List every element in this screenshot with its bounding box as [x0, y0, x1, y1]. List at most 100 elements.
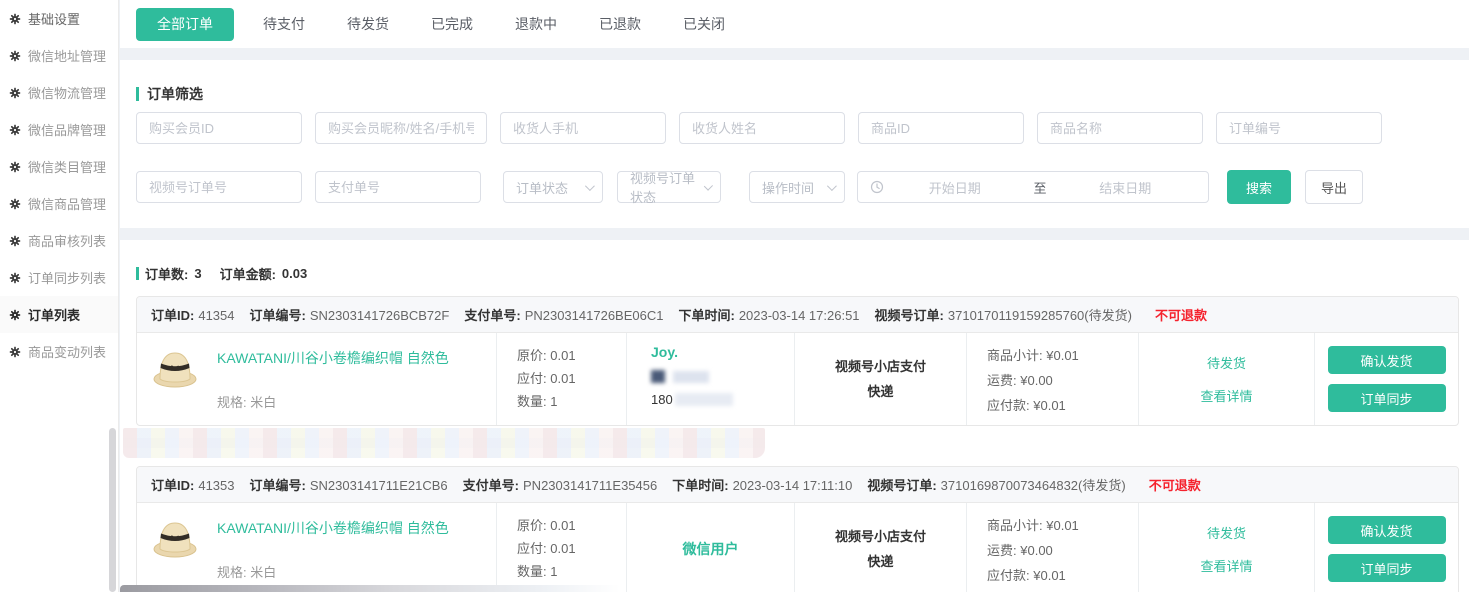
sidebar-item-wechat-logistics[interactable]: 微信物流管理 [0, 74, 118, 111]
sidebar-item-label: 微信商品管理 [28, 194, 106, 213]
order-header: 订单ID:41353 订单编号:SN2303141711E21CB6 支付单号:… [137, 467, 1458, 503]
sidebar-item-label: 基础设置 [28, 9, 80, 28]
order-card: 订单ID:41354 订单编号:SN2303141726BCB72F 支付单号:… [136, 296, 1459, 426]
sidebar-item-label: 微信地址管理 [28, 46, 106, 65]
orders-amount-label: 订单金额: [220, 264, 276, 283]
tab-all-orders[interactable]: 全部订单 [136, 8, 234, 41]
order-status-tabbar: 全部订单 待支付 待发货 已完成 退款中 已退款 已关闭 [120, 0, 1469, 48]
sidebar-item-product-review-list[interactable]: 商品审核列表 [0, 222, 118, 259]
tab-pending-payment[interactable]: 待支付 [242, 14, 326, 34]
view-detail-link[interactable]: 查看详情 [1200, 556, 1252, 575]
order-body: KAWATANI/川谷小卷檐编织帽 自然色 规格: 米白 原价: 0.01 应付… [137, 333, 1458, 425]
product-name-input[interactable] [1037, 112, 1203, 144]
section-accent-bar [136, 267, 139, 280]
order-sync-button[interactable]: 订单同步 [1328, 554, 1446, 582]
sidebar-item-label: 商品审核列表 [28, 231, 106, 250]
order-card: 订单ID:41353 订单编号:SN2303141711E21CB6 支付单号:… [136, 466, 1459, 592]
price-cell: 原价: 0.01 应付: 0.01 数量: 1 [497, 503, 627, 592]
gear-icon [9, 161, 21, 173]
product-spec: 规格: 米白 [217, 392, 449, 411]
tab-closed[interactable]: 已关闭 [662, 14, 746, 34]
order-sn: 订单编号:SN2303141726BCB72F [250, 305, 450, 324]
customer-phone: 180 [651, 392, 794, 407]
buyer-nickname-input[interactable] [315, 112, 487, 144]
sidebar-item-label: 订单列表 [28, 305, 80, 324]
payment-sn: 支付单号:PN2303141711E35456 [463, 475, 658, 494]
sidebar-item-label: 商品变动列表 [28, 342, 106, 361]
tab-refunding[interactable]: 退款中 [494, 14, 578, 34]
tab-pending-shipment[interactable]: 待发货 [326, 14, 410, 34]
orders-summary: 订单数: 3 订单金额: 0.03 [120, 240, 1469, 283]
censored-address-mosaic-partial [120, 585, 620, 592]
product-spec: 规格: 米白 [217, 562, 449, 581]
sidebar-item-wechat-product[interactable]: 微信商品管理 [0, 185, 118, 222]
receiver-phone-input[interactable] [500, 112, 666, 144]
order-sn: 订单编号:SN2303141711E21CB6 [250, 475, 448, 494]
order-status-text: 待发货 [1207, 523, 1246, 542]
non-refundable-badge: 不可退款 [1155, 305, 1207, 324]
order-sn-input[interactable] [1216, 112, 1382, 144]
sidebar-item-order-list[interactable]: 订单列表 [0, 296, 118, 333]
buyer-member-id-input[interactable] [136, 112, 302, 144]
payment-cell: 视频号小店支付 快递 [795, 503, 967, 592]
censored-block [673, 371, 709, 383]
product-thumbnail-hat [151, 516, 199, 585]
chevron-down-icon [704, 181, 713, 190]
order-body: KAWATANI/川谷小卷檐编织帽 自然色 规格: 米白 原价: 0.01 应付… [137, 503, 1458, 592]
product-name-link[interactable]: KAWATANI/川谷小卷檐编织帽 自然色 [217, 518, 449, 538]
operation-time-select-value: 操作时间 [762, 178, 814, 197]
gear-icon [9, 235, 21, 247]
payment-no-input[interactable] [315, 171, 481, 203]
date-range-separator: 至 [1026, 178, 1055, 197]
section-accent-bar [136, 87, 139, 101]
chevron-down-icon [585, 181, 595, 191]
order-status-select[interactable]: 订单状态 [503, 171, 603, 203]
channels-order-no: 视频号订单:3710170119159285760(待发货) [875, 305, 1132, 324]
gear-icon [9, 87, 21, 99]
product-cell: KAWATANI/川谷小卷檐编织帽 自然色 规格: 米白 [137, 503, 497, 592]
channels-order-status-select[interactable]: 视频号订单状态 [617, 171, 721, 203]
sidebar-item-product-change-list[interactable]: 商品变动列表 [0, 333, 118, 370]
sidebar-item-wechat-brand[interactable]: 微信品牌管理 [0, 111, 118, 148]
operation-time-select[interactable]: 操作时间 [749, 171, 845, 203]
sidebar-scrollbar[interactable] [109, 428, 116, 592]
channels-order-no-input[interactable] [136, 171, 302, 203]
sidebar-item-label: 微信类目管理 [28, 157, 106, 176]
gear-icon [9, 346, 21, 358]
customer-cell: 微信用户 [627, 503, 795, 592]
product-info: KAWATANI/川谷小卷檐编织帽 自然色 规格: 米白 [217, 346, 449, 415]
orders-amount-value: 0.03 [282, 266, 307, 281]
sidebar-item-label: 微信品牌管理 [28, 120, 106, 139]
gear-icon [9, 13, 21, 25]
export-button[interactable]: 导出 [1305, 170, 1363, 204]
payment-method: 视频号小店支付 [835, 524, 926, 549]
sidebar-item-basic-settings[interactable]: 基础设置 [0, 0, 118, 37]
view-detail-link[interactable]: 查看详情 [1200, 386, 1252, 405]
gear-icon [9, 50, 21, 62]
receiver-name-input[interactable] [679, 112, 845, 144]
sidebar-item-label: 微信物流管理 [28, 83, 106, 102]
filter-section-title: 订单筛选 [120, 60, 1469, 104]
order-sync-button[interactable]: 订单同步 [1328, 384, 1446, 412]
confirm-ship-button[interactable]: 确认发货 [1328, 346, 1446, 374]
search-button[interactable]: 搜索 [1227, 170, 1291, 204]
payment-sn: 支付单号:PN2303141726BE06C1 [464, 305, 663, 324]
censored-block [651, 370, 665, 383]
order-time: 下单时间:2023-03-14 17:11:10 [672, 475, 852, 494]
sidebar-item-order-sync-list[interactable]: 订单同步列表 [0, 259, 118, 296]
sidebar-item-wechat-address[interactable]: 微信地址管理 [0, 37, 118, 74]
order-time: 下单时间:2023-03-14 17:26:51 [678, 305, 859, 324]
payment-method: 视频号小店支付 [835, 354, 926, 379]
censored-phone [675, 393, 733, 406]
confirm-ship-button[interactable]: 确认发货 [1328, 516, 1446, 544]
tab-completed[interactable]: 已完成 [410, 14, 494, 34]
product-name-link[interactable]: KAWATANI/川谷小卷檐编织帽 自然色 [217, 348, 449, 368]
product-thumbnail-hat [151, 346, 199, 415]
product-id-input[interactable] [858, 112, 1024, 144]
date-range-picker[interactable]: 开始日期 至 结束日期 [857, 171, 1209, 203]
sidebar-item-wechat-category[interactable]: 微信类目管理 [0, 148, 118, 185]
tab-refunded[interactable]: 已退款 [578, 14, 662, 34]
end-date-placeholder[interactable]: 结束日期 [1055, 178, 1197, 197]
start-date-placeholder[interactable]: 开始日期 [884, 178, 1026, 197]
customer-cell: Joy. 180 [627, 333, 795, 425]
